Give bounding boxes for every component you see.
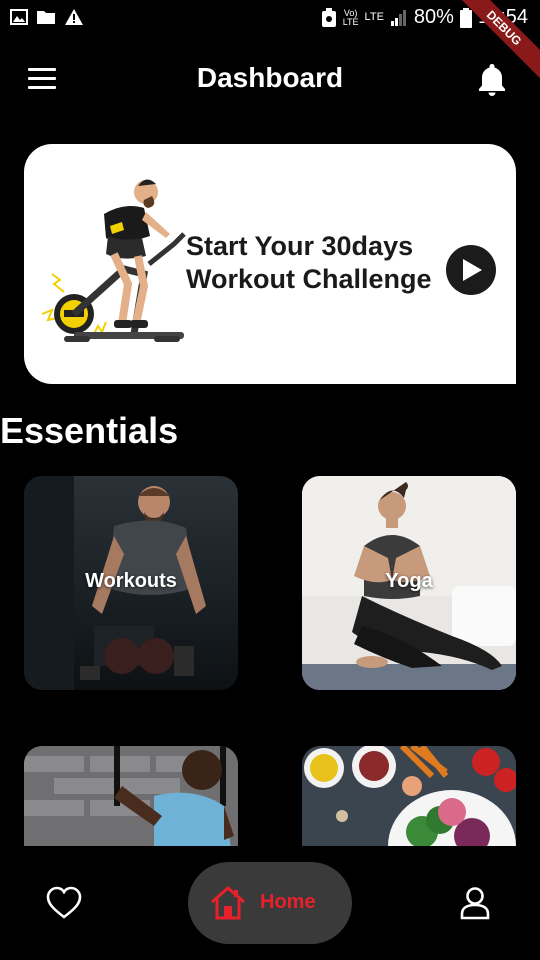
folder-icon — [37, 11, 55, 24]
strength-training-photo — [24, 746, 238, 846]
nutrition-photo — [302, 746, 516, 846]
bottom-navigation: Home — [0, 846, 540, 960]
volte-indicator: Vo) LTE — [342, 7, 359, 27]
play-button[interactable] — [446, 245, 496, 295]
warning-icon — [65, 9, 83, 25]
heart-icon[interactable] — [46, 886, 82, 920]
banner-line-2: Workout Challenge — [186, 264, 432, 294]
page-title: Dashboard — [196, 62, 344, 93]
status-bar: Vo) LTE LTE 80% 15:54 DEBUG — [0, 0, 540, 85]
exercise-bike-illustration — [41, 179, 186, 342]
play-icon — [463, 259, 482, 281]
lte-indicator: LTE — [364, 11, 384, 23]
battery-icon — [459, 7, 472, 28]
home-icon — [211, 886, 245, 920]
challenge-banner[interactable]: Start Your 30days Workout Challenge — [24, 144, 516, 384]
essentials-grid[interactable]: Workouts Yoga — [0, 460, 540, 846]
card-label: Yoga — [385, 570, 433, 592]
status-notifications — [10, 8, 84, 26]
battery-percent: 80% — [413, 6, 454, 28]
section-title-essentials: Essentials — [0, 410, 179, 451]
nav-home-label: Home — [260, 891, 316, 913]
card-essential-3[interactable] — [24, 746, 238, 846]
card-yoga[interactable]: Yoga — [302, 476, 516, 690]
bell-icon[interactable] — [476, 62, 508, 96]
app-bar: Dashboard — [0, 48, 540, 112]
signal-icon — [390, 9, 406, 26]
card-label: Workouts — [85, 570, 177, 592]
profile-icon[interactable] — [460, 886, 490, 920]
nav-home-button[interactable]: Home — [188, 862, 352, 944]
data-saver-icon — [321, 7, 336, 27]
banner-line-1: Start Your 30days — [186, 231, 414, 261]
banner-headline: Start Your 30days Workout Challenge — [186, 230, 446, 296]
card-workouts[interactable]: Workouts — [24, 476, 238, 690]
gallery-icon — [10, 9, 28, 25]
card-essential-4[interactable] — [302, 746, 516, 846]
